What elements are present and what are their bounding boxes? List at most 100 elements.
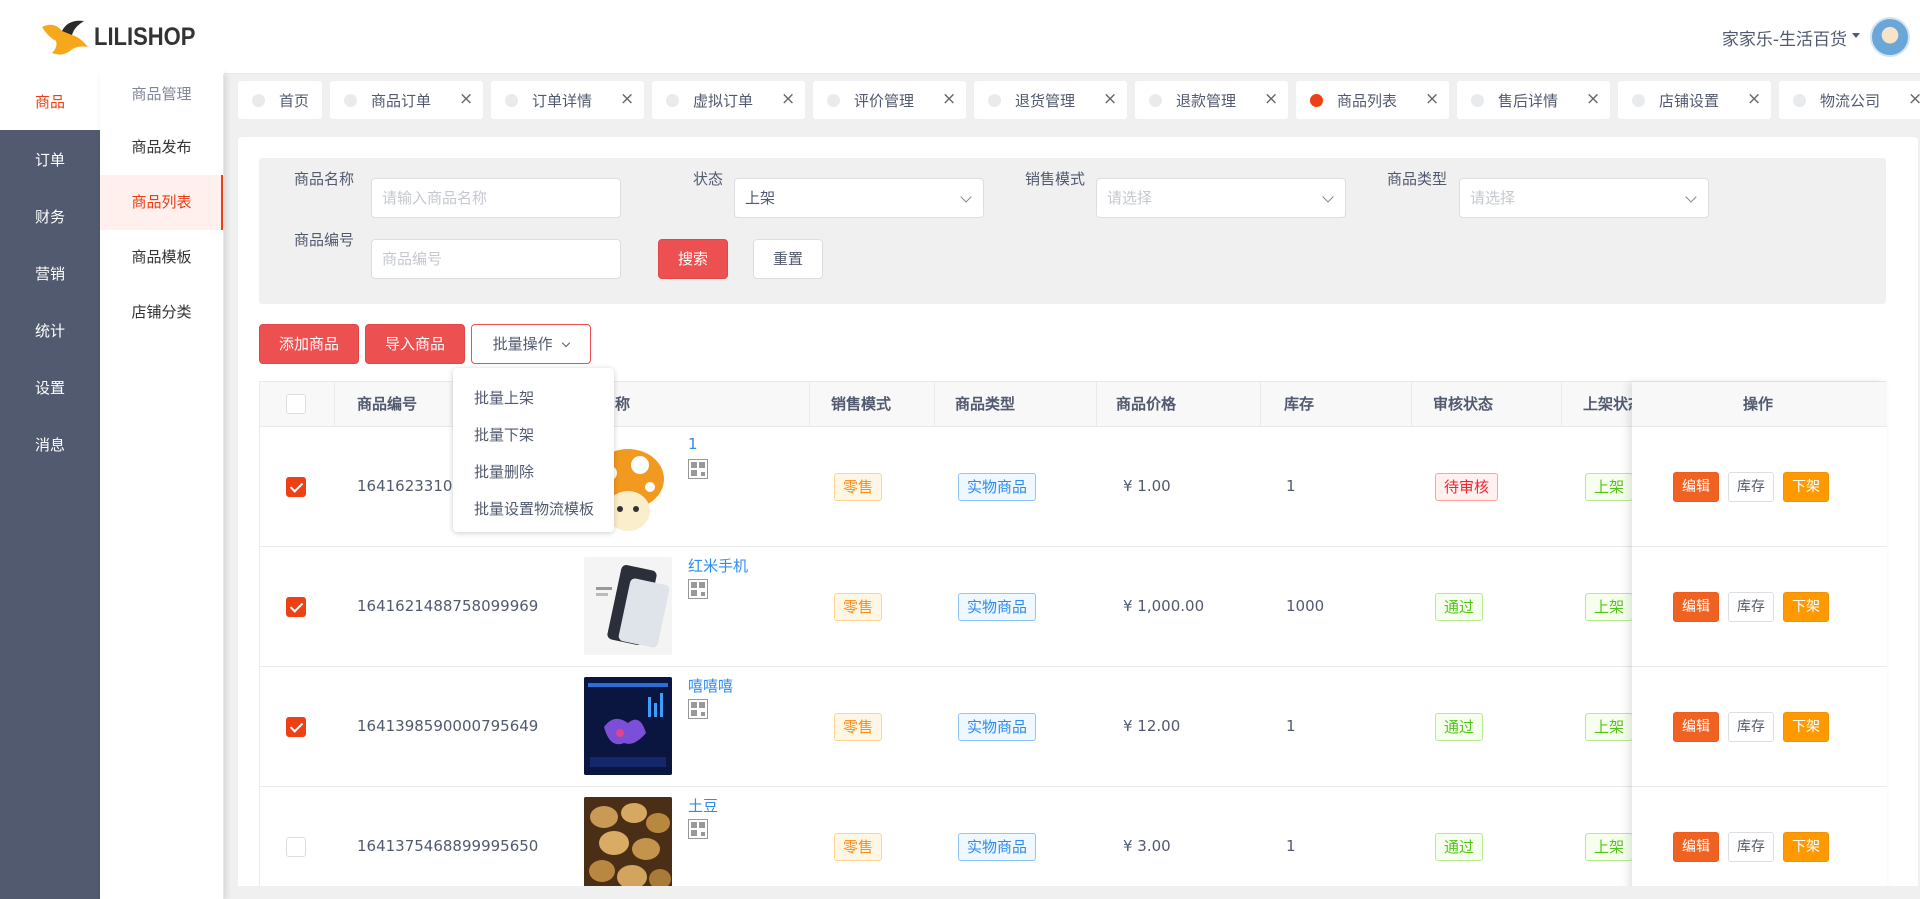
batch-menu-item-on-shelf[interactable]: 批量上架 (453, 380, 614, 417)
goods-type-select[interactable]: 请选择 (1459, 178, 1709, 218)
caret-down-icon[interactable] (1852, 33, 1860, 38)
close-icon[interactable]: × (1586, 90, 1600, 108)
brand-name: LILISHOP (94, 22, 196, 51)
tab-label: 售后详情 (1498, 91, 1559, 110)
batch-menu-item-off-shelf[interactable]: 批量下架 (453, 417, 614, 454)
operations-row: 编辑 库存 下架 (1632, 787, 1887, 899)
logo[interactable]: LILISHOP (0, 0, 224, 74)
off-shelf-button[interactable]: 下架 (1783, 712, 1829, 742)
edit-button[interactable]: 编辑 (1673, 592, 1719, 622)
stock-button[interactable]: 库存 (1728, 832, 1774, 862)
tab-label: 退款管理 (1176, 91, 1237, 110)
tab-virtual-orders[interactable]: 虚拟订单 × (652, 81, 805, 119)
search-button[interactable]: 搜索 (658, 239, 728, 279)
row-checkbox[interactable] (286, 477, 306, 497)
tab-logistics[interactable]: 物流公司 × (1779, 81, 1920, 119)
goods-name-label: 商品名称 (294, 170, 355, 188)
submenu-item-store-category[interactable]: 店铺分类 (100, 285, 223, 340)
tab-bar: 首页 商品订单 × 订单详情 × 虚拟订单 × 评价管理 × 退货管理 × 退款管理 × 商… (224, 74, 1920, 124)
edit-button[interactable]: 编辑 (1673, 472, 1719, 502)
goods-thumbnail[interactable] (584, 557, 672, 655)
rail-item-orders[interactable]: 订单 (0, 132, 100, 188)
close-icon[interactable]: × (459, 90, 473, 108)
operations-header: 操作 (1632, 382, 1887, 427)
off-shelf-button[interactable]: 下架 (1783, 832, 1829, 862)
tab-dot-icon (252, 93, 265, 107)
off-shelf-button[interactable]: 下架 (1783, 472, 1829, 502)
close-icon[interactable]: × (620, 90, 634, 108)
goods-type-label: 商品类型 (1387, 170, 1448, 188)
close-icon[interactable]: × (1264, 90, 1278, 108)
select-all-checkbox[interactable] (286, 394, 306, 414)
close-icon[interactable]: × (1425, 90, 1439, 108)
row-checkbox[interactable] (286, 597, 306, 617)
submenu-item-templates[interactable]: 商品模板 (100, 230, 223, 285)
tab-reviews[interactable]: 评价管理 × (813, 81, 966, 119)
stock-button[interactable]: 库存 (1728, 472, 1774, 502)
rail-item-statistics[interactable]: 统计 (0, 303, 100, 359)
rail-item-finance[interactable]: 财务 (0, 189, 100, 245)
tab-dot-icon (988, 93, 1001, 107)
goods-sn: 1641375468899995650 (357, 837, 539, 855)
tab-goods-list[interactable]: 商品列表 × (1296, 81, 1449, 119)
goods-name-link[interactable]: 1 (688, 435, 698, 453)
close-icon[interactable]: × (781, 90, 795, 108)
close-icon[interactable]: × (1103, 90, 1117, 108)
goods-name-link[interactable]: 嘻嘻嘻 (688, 675, 733, 696)
qrcode-icon[interactable] (688, 699, 708, 719)
goods-thumbnail[interactable] (584, 677, 672, 775)
chevron-down-icon (1685, 191, 1697, 203)
rail-item-goods[interactable]: 商品 (0, 74, 100, 130)
user-name[interactable]: 家家乐-生活百货 (1722, 25, 1847, 50)
operations-row: 编辑 库存 下架 (1632, 547, 1887, 667)
submenu-item-goods-list[interactable]: 商品列表 (100, 175, 223, 230)
sale-mode-select[interactable]: 请选择 (1096, 178, 1346, 218)
close-icon[interactable]: × (1747, 90, 1761, 108)
potatoes-image (584, 797, 672, 895)
tab-store-settings[interactable]: 店铺设置 × (1618, 81, 1771, 119)
add-goods-button[interactable]: 添加商品 (259, 324, 359, 364)
rail-item-marketing[interactable]: 营销 (0, 246, 100, 302)
tab-dot-icon (827, 93, 840, 107)
sale-mode-tag: 零售 (834, 713, 883, 741)
row-checkbox[interactable] (286, 717, 306, 737)
avatar[interactable] (1870, 17, 1910, 57)
stock-button[interactable]: 库存 (1728, 592, 1774, 622)
submenu-item-publish[interactable]: 商品发布 (100, 120, 223, 175)
tab-aftersale-detail[interactable]: 售后详情 × (1457, 81, 1610, 119)
off-shelf-button[interactable]: 下架 (1783, 592, 1829, 622)
reset-button[interactable]: 重置 (753, 239, 823, 279)
shelf-status-tag: 上架 (1585, 473, 1634, 501)
row-checkbox[interactable] (286, 837, 306, 857)
goods-name-input[interactable]: 请输入商品名称 (371, 178, 621, 218)
tab-refunds[interactable]: 退款管理 × (1135, 81, 1288, 119)
batch-menu-item-logistics-template[interactable]: 批量设置物流模板 (453, 491, 614, 528)
stock-button[interactable]: 库存 (1728, 712, 1774, 742)
qrcode-icon[interactable] (688, 459, 708, 479)
goods-price: ¥ 1,000.00 (1123, 597, 1205, 615)
close-icon[interactable]: × (1908, 90, 1920, 108)
goods-type-tag: 实物商品 (958, 833, 1037, 861)
edit-button[interactable]: 编辑 (1673, 712, 1719, 742)
goods-sn-input[interactable]: 商品编号 (371, 239, 621, 279)
qrcode-icon[interactable] (688, 819, 708, 839)
edit-button[interactable]: 编辑 (1673, 832, 1719, 862)
goods-thumbnail[interactable] (584, 797, 672, 895)
rail-item-settings[interactable]: 设置 (0, 360, 100, 416)
qrcode-icon[interactable] (688, 579, 708, 599)
batch-actions-button[interactable]: 批量操作 (471, 324, 591, 364)
tab-goods-orders[interactable]: 商品订单 × (330, 81, 483, 119)
search-panel: 商品名称 请输入商品名称 状态 上架 销售模式 请选择 商品类型 请选择 商品编… (259, 158, 1886, 304)
tab-order-detail[interactable]: 订单详情 × (491, 81, 644, 119)
tab-returns[interactable]: 退货管理 × (974, 81, 1127, 119)
audit-status-tag: 通过 (1435, 713, 1484, 741)
import-goods-button[interactable]: 导入商品 (365, 324, 465, 364)
goods-name-link[interactable]: 土豆 (688, 795, 718, 816)
batch-menu-item-delete[interactable]: 批量删除 (453, 454, 614, 491)
tab-home[interactable]: 首页 (238, 81, 322, 119)
close-icon[interactable]: × (942, 90, 956, 108)
tab-label: 订单详情 (532, 91, 593, 110)
rail-item-messages[interactable]: 消息 (0, 417, 100, 473)
status-select[interactable]: 上架 (734, 178, 984, 218)
goods-name-link[interactable]: 红米手机 (688, 555, 748, 576)
